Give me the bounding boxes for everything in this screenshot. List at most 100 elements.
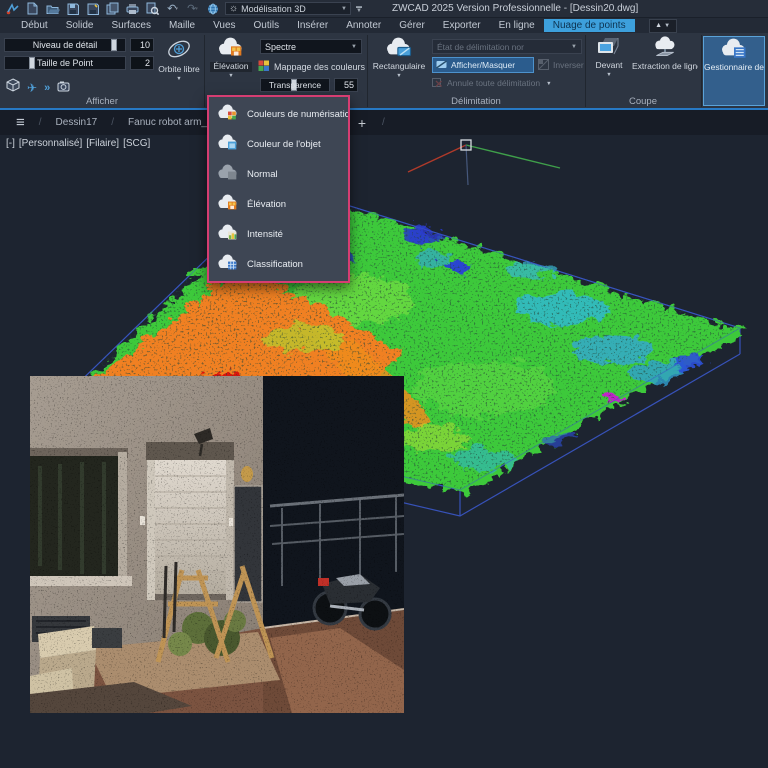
doc-tab-dessin17[interactable]: Dessin17 <box>48 113 106 132</box>
chevron-down-icon: ▼ <box>176 76 181 82</box>
tab-separator: / <box>107 117 118 128</box>
chevron-down-icon: ▼ <box>606 72 611 78</box>
camera-icon[interactable] <box>57 79 72 97</box>
cloud-scan-colors-icon <box>216 103 240 125</box>
show-hide-clip-icon <box>436 59 447 72</box>
tab-en-ligne[interactable]: En ligne <box>490 19 544 32</box>
dropdown-item-classification[interactable]: Classification <box>209 249 348 279</box>
cloud-classification-icon <box>216 253 240 275</box>
save-icon[interactable] <box>65 2 80 16</box>
rectangulaire-button[interactable]: Rectangulaire ▼ <box>370 36 428 96</box>
ribbon-tab-bar: Début Solide Surfaces Maille Vues Outils… <box>0 18 768 33</box>
preview-icon[interactable] <box>145 2 160 16</box>
viewport-view-control[interactable]: [Personnalisé] <box>19 138 82 149</box>
etat-delimitation-select[interactable]: État de délimitation nor ▼ <box>432 39 582 54</box>
workspace-switch-button[interactable]: ▬▼ <box>356 5 362 13</box>
taille-point-value[interactable]: 2 <box>130 56 154 70</box>
front-view-icon <box>596 36 622 61</box>
tab-separator: / <box>35 117 46 128</box>
drawing-viewport[interactable]: [-] [Personnalisé] [Filaire] [SCG] <box>0 135 768 768</box>
open-file-icon[interactable] <box>45 2 60 16</box>
inverser-button[interactable]: Inverser <box>538 57 586 73</box>
menu-hamburger-icon[interactable]: ≡ <box>8 114 33 131</box>
chevron-down-icon: ▼ <box>571 44 577 50</box>
ucs-icon[interactable] <box>408 140 560 185</box>
undo-icon[interactable]: ↶▾ <box>165 2 180 16</box>
viewport-controls: [-] [Personnalisé] [Filaire] [SCG] <box>6 138 150 149</box>
walk-mode-icon[interactable]: » <box>44 82 50 94</box>
save-as-icon[interactable] <box>85 2 100 16</box>
zwcad-logo-icon <box>5 2 20 16</box>
tab-nuage-de-points[interactable]: Nuage de points <box>544 19 635 32</box>
dropdown-item-couleur-de-lobjet[interactable]: Couleur de l'objet <box>209 129 348 159</box>
cloud-intensity-icon <box>216 223 240 245</box>
devant-button[interactable]: Devant ▼ <box>588 36 630 96</box>
annule-delimitation-button[interactable]: Annule toute délimitation ▼ <box>432 75 586 91</box>
gestionnaire-nuages-button[interactable]: Gestionnaire de nuages de points <box>703 36 765 106</box>
panel-label-afficher: Afficher <box>0 96 204 107</box>
afficher-masquer-button[interactable]: Afficher/Masquer <box>432 57 534 73</box>
extraction-lignes-section-button[interactable]: Extraction de lignes de section <box>632 36 698 96</box>
panel-label-coupe: Coupe <box>585 96 701 107</box>
tab-maille[interactable]: Maille <box>160 19 204 32</box>
tab-inserer[interactable]: Insérer <box>288 19 337 32</box>
spectre-select[interactable]: Spectre ▼ <box>260 39 362 54</box>
document-tab-bar: ≡ / Dessin17 / Fanuc robot arm_M90 Dessi… <box>0 110 768 135</box>
dropdown-item-couleurs-de-numerisation[interactable]: Couleurs de numérisation <box>209 99 348 129</box>
tab-outils[interactable]: Outils <box>245 19 289 32</box>
gear-icon: ☼ <box>229 3 238 14</box>
cloud-elevation-icon <box>216 193 240 215</box>
niveau-detail-value[interactable]: 10 <box>130 38 154 52</box>
transparence-slider[interactable]: Transparence <box>260 78 330 92</box>
tab-debut[interactable]: Début <box>12 19 57 32</box>
cloud-elevation-icon <box>216 36 246 62</box>
online-globe-icon[interactable] <box>205 2 220 16</box>
window-title: ZWCAD 2025 Version Professionnelle - [De… <box>392 3 638 14</box>
cloud-section-lines-icon <box>651 36 679 62</box>
workspace-value: Modélisation 3D <box>241 4 306 14</box>
tab-gerer[interactable]: Gérer <box>390 19 434 32</box>
dropdown-item-elevation[interactable]: Élévation <box>209 189 348 219</box>
fly-mode-icon[interactable]: ✈ <box>27 81 37 95</box>
chevron-down-icon: ▼ <box>228 73 233 79</box>
ribbon-collapse-button[interactable]: ▲▼ <box>649 19 677 33</box>
viewport-cs-control[interactable]: [SCG] <box>123 138 150 149</box>
tab-vues[interactable]: Vues <box>204 19 244 32</box>
workspace-selector[interactable]: ☼ Modélisation 3D ▼ <box>225 2 351 15</box>
new-file-icon[interactable] <box>25 2 40 16</box>
cloud-normal-icon <box>216 163 240 185</box>
clear-clip-icon <box>432 77 443 90</box>
transparence-value[interactable]: 55 <box>334 78 358 92</box>
chevron-down-icon: ▼ <box>341 6 347 12</box>
orbite-libre-button[interactable]: Orbite libre ▼ <box>156 36 202 96</box>
new-tab-button[interactable]: + <box>348 115 376 131</box>
tab-exporter[interactable]: Exporter <box>434 19 490 32</box>
chevron-down-icon: ▼ <box>546 81 551 87</box>
ribbon: Niveau de détail 10 Taille de Point 2 ✈ … <box>0 33 768 110</box>
cloud-rectangular-clip-icon <box>384 36 414 62</box>
panel-label-delimitation: Délimitation <box>367 96 585 107</box>
color-mapping-icon <box>258 60 270 74</box>
cloud-object-color-icon <box>216 133 240 155</box>
dropdown-item-intensite[interactable]: Intensité <box>209 219 348 249</box>
scan-photo-inset[interactable] <box>30 376 404 713</box>
tab-solide[interactable]: Solide <box>57 19 103 32</box>
niveau-detail-slider[interactable]: Niveau de détail <box>4 38 126 52</box>
tab-surfaces[interactable]: Surfaces <box>103 19 160 32</box>
mappage-couleurs-button[interactable]: Mappage des couleurs <box>258 59 366 75</box>
cloud-manager-icon <box>719 37 749 63</box>
elevation-split-button[interactable]: Élévation ▼ <box>207 36 255 96</box>
3d-cube-icon[interactable] <box>6 78 20 97</box>
viewport-corner-control[interactable]: [-] <box>6 138 15 149</box>
copy-icon[interactable] <box>105 2 120 16</box>
tab-annoter[interactable]: Annoter <box>337 19 390 32</box>
tab-separator: / <box>378 117 389 128</box>
taille-point-slider[interactable]: Taille de Point <box>4 56 126 70</box>
chevron-down-icon: ▼ <box>396 73 401 79</box>
chevron-down-icon: ▼ <box>351 44 357 50</box>
viewport-visualstyle-control[interactable]: [Filaire] <box>86 138 119 149</box>
print-icon[interactable] <box>125 2 140 16</box>
title-bar: ↶▾ ↷▾ ☼ Modélisation 3D ▼ ▬▼ ZWCAD 2025 … <box>0 0 768 18</box>
redo-icon[interactable]: ↷▾ <box>185 2 200 16</box>
dropdown-item-normal[interactable]: Normal <box>209 159 348 189</box>
